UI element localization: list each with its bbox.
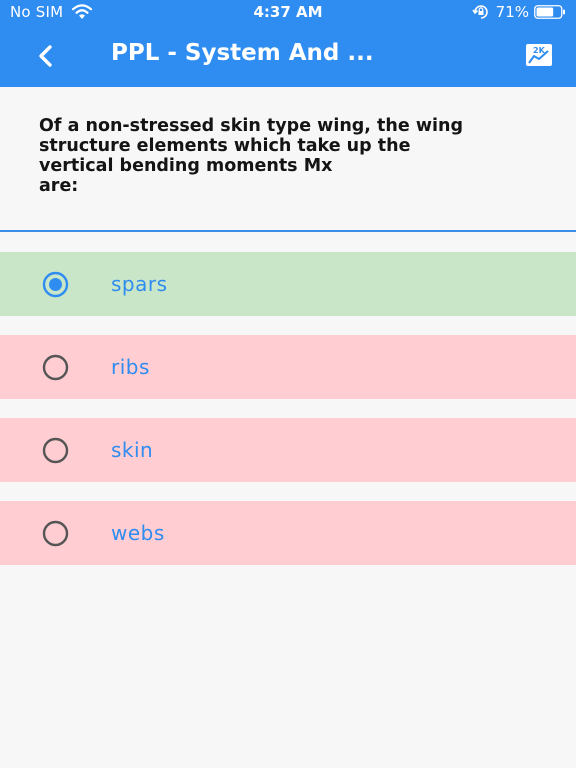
answer-option-label: spars xyxy=(111,272,168,296)
radio-selected-icon[interactable] xyxy=(42,271,69,298)
answer-option-label: webs xyxy=(111,521,165,545)
chart-icon: 2K xyxy=(526,44,552,66)
answer-option-ribs[interactable]: ribs xyxy=(0,335,576,399)
question-text: Of a non-stressed skin type wing, the wi… xyxy=(39,116,463,196)
answer-option-skin[interactable]: skin xyxy=(0,418,576,482)
lock-rotation-icon xyxy=(471,5,488,19)
answer-option-webs[interactable]: webs xyxy=(0,501,576,565)
radio-unselected-icon[interactable] xyxy=(42,437,69,464)
battery-icon xyxy=(534,5,565,19)
page-title: PPL - System And ... xyxy=(111,40,374,66)
battery-percent: 71% xyxy=(495,3,529,21)
svg-text:2K: 2K xyxy=(533,46,546,55)
chart-button[interactable]: 2K xyxy=(524,41,554,69)
answer-option-label: ribs xyxy=(111,355,150,379)
answer-option-spars[interactable]: spars xyxy=(0,252,576,316)
back-button[interactable] xyxy=(28,38,64,74)
app-bar: PPL - System And ... 2K xyxy=(0,24,576,87)
question-divider xyxy=(0,230,576,232)
top-bar: No SIM 4:37 AM 71% PPL - System And ... … xyxy=(0,0,576,87)
question-area: Of a non-stressed skin type wing, the wi… xyxy=(0,87,576,230)
status-right-group: 71% xyxy=(471,3,566,21)
status-bar: No SIM 4:37 AM 71% xyxy=(0,0,576,24)
radio-unselected-icon[interactable] xyxy=(42,520,69,547)
chevron-left-icon xyxy=(39,45,52,67)
quiz-screen: No SIM 4:37 AM 71% PPL - System And ... … xyxy=(0,0,576,768)
battery-fill xyxy=(536,7,554,17)
answer-option-label: skin xyxy=(111,438,154,462)
radio-unselected-icon[interactable] xyxy=(42,354,69,381)
